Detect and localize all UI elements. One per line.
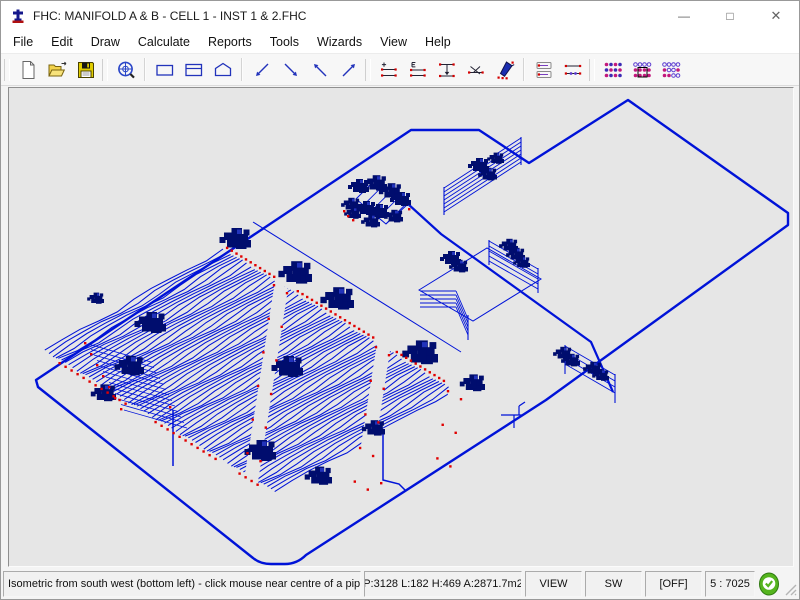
copy-pipes-button[interactable] (529, 56, 558, 84)
status-view-direction: SW (585, 571, 642, 597)
sprinkler-grid-select-icon (631, 59, 653, 81)
status-mode: VIEW (525, 571, 582, 597)
spray-pipe-icon (494, 59, 516, 81)
elevation-pipe-button[interactable] (403, 56, 432, 84)
minimize-button[interactable]: — (661, 1, 707, 31)
new-icon (17, 59, 39, 81)
arrow-nw-icon (309, 59, 331, 81)
polygon-icon (212, 59, 234, 81)
new-button[interactable] (13, 56, 42, 84)
toolbar-grip (4, 59, 10, 81)
cut-pipe-button[interactable] (461, 56, 490, 84)
drop-pipe-button[interactable] (432, 56, 461, 84)
zoom-extents-icon (115, 59, 137, 81)
menu-item-wizards[interactable]: Wizards (308, 33, 371, 51)
app-window: FHC: MANIFOLD A & B - CELL 1 - INST 1 & … (0, 0, 800, 600)
rectangle-icon (154, 59, 176, 81)
drawing-area[interactable] (8, 87, 794, 567)
zoom-extents-button[interactable] (111, 56, 140, 84)
title-bar: FHC: MANIFOLD A & B - CELL 1 - INST 1 & … (1, 1, 799, 31)
sprinkler-grid-outline-icon (660, 59, 682, 81)
status-message: Isometric from south west (bottom left) … (3, 571, 361, 597)
toolbar-separator (241, 58, 243, 81)
arrow-se-icon (280, 59, 302, 81)
open-button[interactable] (42, 56, 71, 84)
spray-pipe-button[interactable] (490, 56, 519, 84)
sprinkler-grid-select-button[interactable] (627, 56, 656, 84)
save-icon (75, 59, 97, 81)
toolbar-separator (523, 58, 525, 81)
status-bar: Isometric from south west (bottom left) … (3, 571, 797, 597)
add-pipe-icon (378, 59, 400, 81)
window-title: FHC: MANIFOLD A & B - CELL 1 - INST 1 & … (33, 9, 306, 23)
sprinkler-grid-outline-button[interactable] (656, 56, 685, 84)
maximize-button[interactable]: □ (707, 1, 753, 31)
sprinkler-grid-filled-icon (602, 59, 624, 81)
toolbar-separator (144, 58, 146, 81)
menu-item-calculate[interactable]: Calculate (129, 33, 199, 51)
cut-pipe-icon (465, 59, 487, 81)
open-icon (46, 59, 68, 81)
menu-item-edit[interactable]: Edit (42, 33, 82, 51)
arrow-nw-button[interactable] (305, 56, 334, 84)
toolbar-grip (365, 59, 371, 81)
status-toggle: [OFF] (645, 571, 702, 597)
rectangle-split-icon (183, 59, 205, 81)
menu-bar: FileEditDrawCalculateReportsToolsWizards… (1, 31, 799, 53)
menu-item-file[interactable]: File (4, 33, 42, 51)
menu-item-help[interactable]: Help (416, 33, 460, 51)
menu-item-reports[interactable]: Reports (199, 33, 261, 51)
arrow-ne-button[interactable] (334, 56, 363, 84)
polygon-button[interactable] (208, 56, 237, 84)
arrow-sw-button[interactable] (247, 56, 276, 84)
toolbar-grip (589, 59, 595, 81)
menu-item-draw[interactable]: Draw (82, 33, 129, 51)
app-icon (10, 8, 26, 24)
close-button[interactable]: ✕ (753, 1, 799, 31)
elevation-pipe-icon (407, 59, 429, 81)
isometric-drawing[interactable] (9, 88, 793, 566)
copy-pipes-icon (533, 59, 555, 81)
status-coordinates: P:3128 L:182 H:469 A:2871.7m2 (364, 571, 522, 597)
parallel-pipes-icon (562, 59, 584, 81)
menu-item-view[interactable]: View (371, 33, 416, 51)
status-counter: 5 : 7025 (705, 571, 755, 597)
add-pipe-button[interactable] (374, 56, 403, 84)
toolbar (1, 53, 799, 86)
arrow-ne-icon (338, 59, 360, 81)
rectangle-split-button[interactable] (179, 56, 208, 84)
sprinkler-grid-filled-button[interactable] (598, 56, 627, 84)
rectangle-button[interactable] (150, 56, 179, 84)
toolbar-grip (102, 59, 108, 81)
status-ok-icon (758, 571, 780, 597)
resize-grip[interactable] (783, 571, 798, 597)
parallel-pipes-button[interactable] (558, 56, 587, 84)
drop-pipe-icon (436, 59, 458, 81)
save-button[interactable] (71, 56, 100, 84)
arrow-sw-icon (251, 59, 273, 81)
arrow-se-button[interactable] (276, 56, 305, 84)
menu-item-tools[interactable]: Tools (261, 33, 308, 51)
